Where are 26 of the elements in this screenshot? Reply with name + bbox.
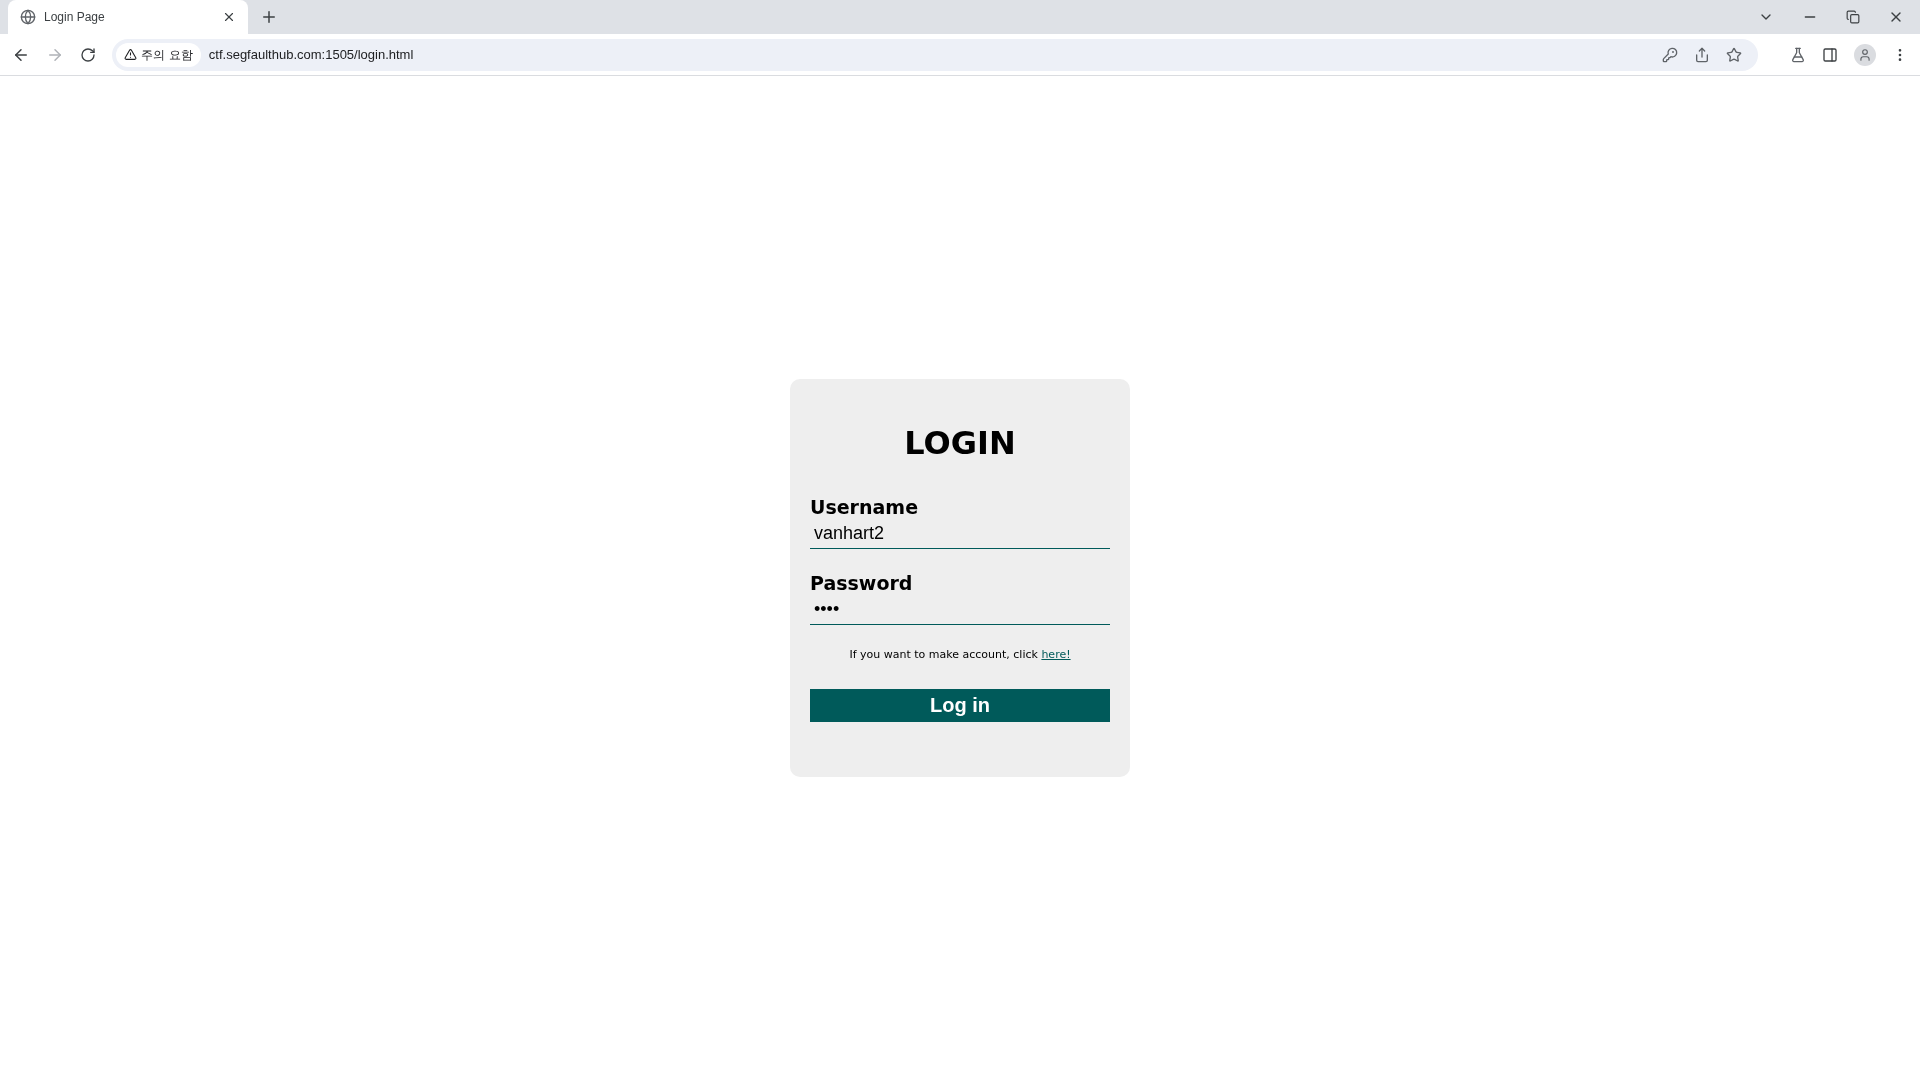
input-field[interactable]: ••••: [810, 595, 1110, 625]
profile-avatar[interactable]: [1854, 43, 1876, 66]
share-icon[interactable]: [1694, 46, 1710, 63]
input-field[interactable]: vanhart2: [810, 519, 1110, 549]
tab-title: Login Page: [44, 9, 106, 26]
restore-icon[interactable]: [1846, 10, 1860, 24]
flask-icon[interactable]: [1790, 46, 1806, 63]
security-label: 주의 요함: [141, 46, 193, 64]
security-chip[interactable]: 주의 요함: [116, 42, 201, 67]
close-icon[interactable]: [222, 10, 236, 24]
bookmark-star-icon[interactable]: [1726, 46, 1742, 63]
side-panel-icon[interactable]: [1822, 46, 1838, 63]
url-text: ctf.segfaulthub.com:1505/login.html: [208, 45, 415, 64]
new-tab-icon[interactable]: [260, 8, 278, 26]
warning-icon: [124, 48, 137, 61]
login-button[interactable]: Log in: [810, 688, 1110, 722]
signup-link[interactable]: here!: [1041, 648, 1071, 661]
reload-icon[interactable]: [80, 46, 96, 63]
field-label: Password: [810, 571, 913, 595]
key-icon[interactable]: [1662, 46, 1678, 63]
signup-prompt: If you want to make account, click here!: [849, 647, 1071, 663]
globe-icon: [20, 9, 36, 25]
browser-tab[interactable]: Login Page: [8, 0, 248, 34]
address-bar[interactable]: 주의 요함 ctf.segfaulthub.com:1505/login.html: [112, 38, 1758, 71]
field-label: Username: [810, 495, 919, 519]
login-title: LOGIN: [904, 423, 1016, 464]
